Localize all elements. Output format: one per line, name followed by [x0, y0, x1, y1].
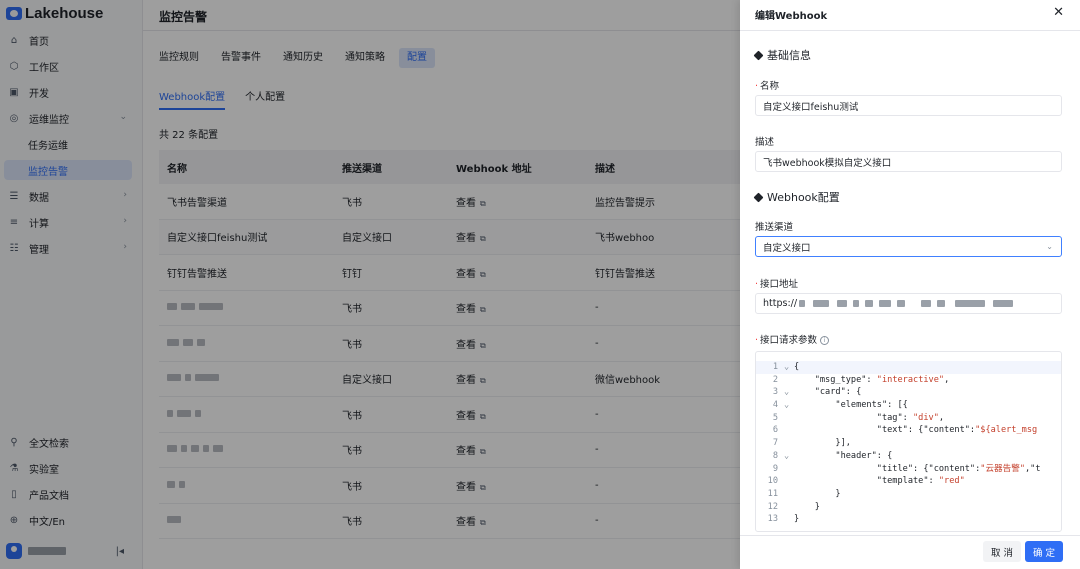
- line-number: 11: [767, 488, 778, 499]
- fold-chevron-icon: [784, 513, 794, 526]
- url-label: · 接口地址: [755, 279, 799, 290]
- code-line[interactable]: 2 "msg_type": "interactive",: [756, 374, 1061, 387]
- fold-chevron-icon: [784, 412, 794, 425]
- info-icon[interactable]: i: [820, 336, 830, 345]
- code-line[interactable]: 9 "title": {"content": "云器告警" ,"t: [756, 463, 1061, 476]
- tag-icon: [753, 50, 764, 60]
- line-number: 5: [772, 412, 778, 423]
- request-params-editor[interactable]: 1 ⌄{2 "msg_type": "interactive", 3 ⌄ "card"…: [755, 351, 1062, 532]
- code-text: }: [794, 488, 841, 499]
- code-string: "云器告警": [980, 463, 1025, 474]
- fold-chevron-icon: [784, 475, 794, 488]
- code-line[interactable]: 13}: [756, 513, 1061, 526]
- code-string: "red": [938, 476, 965, 487]
- fold-chevron-icon: [784, 424, 794, 437]
- fold-chevron-icon[interactable]: ⌄: [784, 450, 794, 463]
- channel-select[interactable]: 自定义接口 ⌄: [755, 236, 1062, 257]
- fold-chevron-icon: [784, 437, 794, 450]
- code-text: }: [794, 501, 820, 512]
- channel-label: 推送渠道: [755, 222, 794, 233]
- line-number: 4: [772, 400, 778, 411]
- name-label: · 名称: [755, 81, 780, 92]
- tag-icon: [753, 192, 764, 202]
- line-number: 3: [772, 387, 778, 398]
- section-basic-info: 基础信息: [753, 47, 811, 63]
- line-number: 8: [772, 450, 778, 461]
- code-string: "interactive": [876, 374, 945, 385]
- code-text: "title": {"content":: [794, 463, 981, 474]
- code-text: ,: [944, 374, 950, 385]
- fold-chevron-icon: [784, 501, 794, 514]
- line-number: 13: [767, 514, 778, 525]
- modal-overlay[interactable]: [0, 0, 740, 569]
- code-text: "card": {: [794, 387, 862, 398]
- code-string: "div": [913, 412, 939, 423]
- drawer-divider: [740, 30, 1080, 31]
- fold-chevron-icon: [784, 488, 794, 501]
- cancel-button[interactable]: 取 消: [983, 541, 1021, 562]
- section-webhook-config: Webhook配置: [753, 189, 840, 205]
- params-label: · 接口请求参数 i: [755, 332, 830, 346]
- fold-chevron-icon: [784, 374, 794, 387]
- code-text: "header": {: [794, 450, 893, 461]
- fold-chevron-icon[interactable]: ⌄: [784, 399, 794, 412]
- code-text: "elements": [{: [794, 400, 908, 411]
- code-string: "${alert_msg: [975, 425, 1038, 436]
- code-text: }],: [794, 438, 851, 449]
- line-number: 9: [772, 463, 778, 474]
- name-input[interactable]: 自定义接口feishu测试: [755, 95, 1062, 116]
- confirm-button[interactable]: 确 定: [1025, 541, 1063, 562]
- code-line[interactable]: 12 }: [756, 501, 1061, 514]
- fold-chevron-icon[interactable]: ⌄: [784, 386, 794, 399]
- line-number: 12: [767, 501, 778, 512]
- code-line[interactable]: 11 }: [756, 488, 1061, 501]
- code-text: }: [794, 514, 800, 525]
- code-text: {: [794, 362, 800, 372]
- code-text: "text": {"content":: [794, 425, 976, 436]
- edit-webhook-drawer: 编辑Webhook ✕ 基础信息 · 名称 自定义接口feishu测试 描述 飞书…: [740, 0, 1080, 569]
- code-text: ,"t: [1025, 463, 1041, 474]
- line-number: 7: [772, 438, 778, 449]
- footer-divider: [740, 535, 1080, 536]
- code-line[interactable]: 1 ⌄{: [756, 361, 1061, 374]
- code-line[interactable]: 4 ⌄ "elements": [{: [756, 399, 1061, 412]
- code-line[interactable]: 10 "template": "red": [756, 475, 1061, 488]
- code-text: ,: [938, 412, 945, 423]
- fold-chevron-icon: [784, 463, 794, 476]
- code-line[interactable]: 6 "text": {"content": "${alert_msg: [756, 424, 1061, 437]
- url-input[interactable]: https://: [755, 293, 1062, 314]
- section-title: 基础信息: [767, 49, 811, 62]
- fold-chevron-icon[interactable]: ⌄: [784, 361, 794, 374]
- code-line[interactable]: 8 ⌄ "header": {: [756, 450, 1061, 463]
- section-title: Webhook配置: [767, 191, 840, 204]
- code-line[interactable]: 3 ⌄ "card": {: [756, 386, 1061, 399]
- drawer-title: 编辑Webhook: [755, 11, 828, 22]
- code-text: "msg_type":: [794, 374, 877, 385]
- line-number: 1: [772, 362, 778, 372]
- line-number: 10: [767, 476, 778, 487]
- line-number: 6: [772, 425, 778, 436]
- desc-input[interactable]: 飞书webhook模拟自定义接口: [755, 151, 1062, 172]
- code-line[interactable]: 7 }],: [756, 437, 1061, 450]
- code-line[interactable]: 5 "tag": "div",: [756, 412, 1061, 425]
- code-text: "template":: [794, 476, 939, 487]
- line-number: 2: [772, 374, 778, 385]
- desc-label: 描述: [755, 137, 775, 148]
- close-icon[interactable]: ✕: [1053, 5, 1064, 20]
- code-text: "tag":: [794, 412, 913, 423]
- chevron-down-icon: ⌄: [1046, 242, 1053, 251]
